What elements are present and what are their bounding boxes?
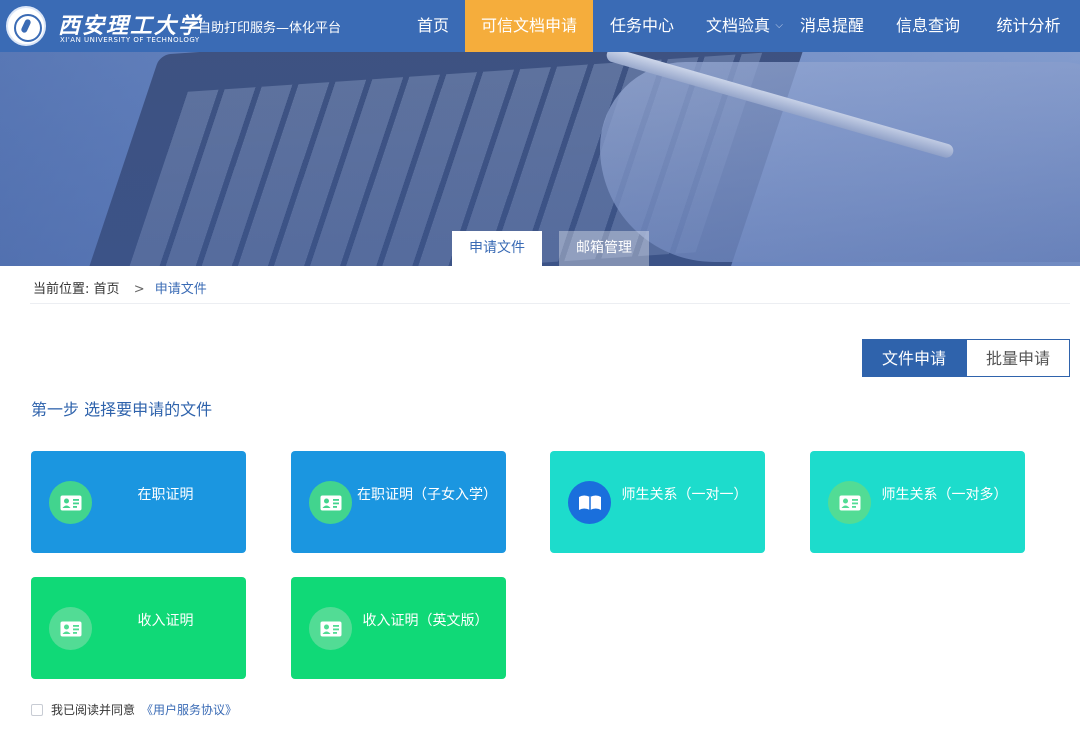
step-title: 第一步 选择要申请的文件	[31, 400, 213, 419]
card-employment-certificate[interactable]: 在职证明	[31, 451, 246, 553]
breadcrumb-divider	[30, 303, 1070, 304]
batch-apply-button[interactable]: 批量申请	[966, 339, 1070, 377]
agreement-row: 我已阅读并同意 《用户服务协议》	[31, 701, 237, 718]
agreement-checkbox[interactable]	[31, 703, 43, 716]
card-income-certificate[interactable]: 收入证明	[31, 577, 246, 679]
card-label: 收入证明	[137, 613, 194, 629]
card-label: 师生关系（一对多）	[881, 487, 1008, 503]
nav-item-info-query[interactable]: 信息查询	[879, 0, 977, 52]
id-card-icon	[828, 481, 871, 524]
card-label: 在职证明（子女入学）	[357, 487, 497, 503]
hero-banner: 申请文件 邮箱管理	[0, 52, 1080, 266]
book-icon	[568, 481, 611, 524]
card-employment-certificate-children[interactable]: 在职证明（子女入学）	[291, 451, 506, 553]
breadcrumb-separator: >	[133, 282, 145, 297]
brand-name-en: XI'AN UNIVERSITY OF TECHNOLOGY	[60, 36, 200, 44]
user-service-agreement-link[interactable]: 《用户服务协议》	[141, 701, 237, 718]
file-apply-button[interactable]: 文件申请	[862, 339, 966, 377]
nav-item-trusted-doc-apply[interactable]: 可信文档申请	[465, 0, 593, 52]
card-teacher-student-one-to-many[interactable]: 师生关系（一对多）	[810, 451, 1025, 553]
chevron-down-icon: ⌵	[775, 20, 783, 31]
card-label: 收入证明（英文版）	[362, 613, 489, 629]
nav-item-doc-verify-label: 文档验真	[705, 16, 770, 35]
id-card-icon	[309, 481, 352, 524]
main-nav: 首页 可信文档申请 任务中心 文档验真 ⌵ 消息提醒 信息查询 统计分析	[401, 0, 1080, 52]
agreement-text: 我已阅读并同意	[51, 703, 136, 717]
nav-item-task-center[interactable]: 任务中心	[593, 0, 691, 52]
tab-mailbox-manage[interactable]: 邮箱管理	[559, 231, 649, 266]
id-card-icon	[49, 607, 92, 650]
breadcrumb: 当前位置: 首页 > 申请文件	[33, 278, 207, 297]
nav-item-home[interactable]: 首页	[401, 0, 465, 52]
breadcrumb-home[interactable]: 首页	[94, 282, 120, 297]
id-card-icon	[309, 607, 352, 650]
card-income-certificate-english[interactable]: 收入证明（英文版）	[291, 577, 506, 679]
breadcrumb-current: 申请文件	[154, 282, 207, 297]
card-label: 师生关系（一对一）	[621, 487, 748, 503]
card-label: 在职证明	[137, 487, 194, 503]
university-seal-logo	[6, 6, 46, 46]
nav-item-statistics[interactable]: 统计分析	[977, 0, 1080, 52]
card-teacher-student-one-to-one[interactable]: 师生关系（一对一）	[550, 451, 765, 553]
platform-title: 自助打印服务—体化平台	[198, 21, 342, 36]
nav-item-messages[interactable]: 消息提醒	[785, 0, 879, 52]
top-navigation-bar: 西安理工大学 XI'AN UNIVERSITY OF TECHNOLOGY 自助…	[0, 0, 1080, 52]
id-card-icon	[49, 481, 92, 524]
nav-item-doc-verify[interactable]: 文档验真 ⌵	[691, 0, 785, 52]
breadcrumb-prefix: 当前位置:	[33, 282, 90, 297]
tab-apply-file[interactable]: 申请文件	[452, 231, 542, 266]
